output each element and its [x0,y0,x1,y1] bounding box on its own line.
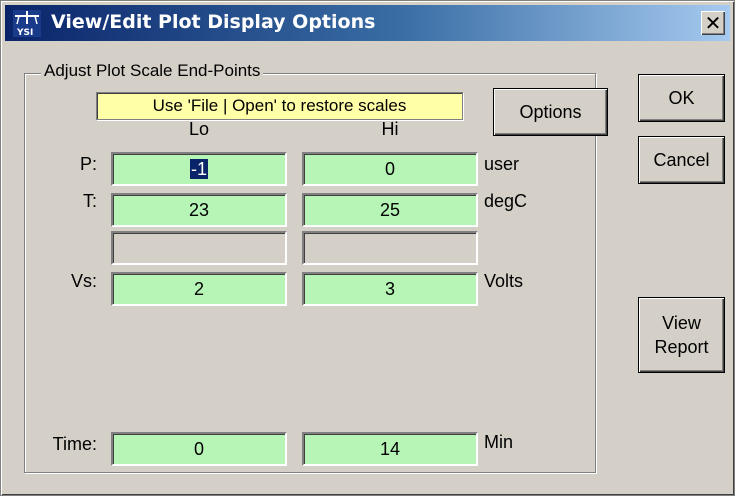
t-hi-field[interactable]: 25 [302,193,478,227]
row-label-t: T: [82,191,97,211]
svg-text:YSI: YSI [16,28,33,37]
lo-column-header: Lo [188,119,210,139]
options-button[interactable]: Options [494,89,607,135]
row-label-vs: Vs: [70,271,97,291]
app-icon: YSI [13,10,41,37]
view-report-label-line1: View [662,312,701,333]
p-lo-value: -1 [189,159,208,179]
empty-hi-field[interactable] [302,231,478,265]
title-bar[interactable]: YSI View/Edit Plot Display Options ✕ [5,5,730,41]
vs-hi-field[interactable]: 3 [302,272,478,306]
row-label-time: Time: [52,434,97,454]
vs-unit-label: Volts [484,271,524,291]
group-label: Adjust Plot Scale End-Points [41,61,264,81]
empty-lo-field[interactable] [111,231,287,265]
hi-column-header: Hi [381,119,399,139]
p-hi-field[interactable]: 0 [302,152,478,186]
time-hi-field[interactable]: 14 [302,432,478,466]
time-unit-label: Min [484,432,514,452]
row-label-p: P: [79,154,97,174]
time-lo-field[interactable]: 0 [111,432,287,466]
close-button[interactable]: ✕ [701,11,725,35]
ok-button[interactable]: OK [639,75,724,121]
dialog-window: YSI View/Edit Plot Display Options ✕ Adj… [0,0,735,496]
vs-lo-field[interactable]: 2 [111,272,287,306]
p-lo-field[interactable]: -1 [111,152,287,186]
p-unit-label: user [484,154,520,174]
view-report-label-line2: Report [654,337,709,357]
window-title: View/Edit Plot Display Options [51,11,376,33]
t-lo-field[interactable]: 23 [111,193,287,227]
t-unit-label: degC [484,191,528,211]
view-report-button[interactable]: View Report [639,298,724,372]
restore-hint: Use 'File | Open' to restore scales [96,92,463,120]
cancel-button[interactable]: Cancel [639,137,724,183]
close-icon: ✕ [704,11,722,35]
